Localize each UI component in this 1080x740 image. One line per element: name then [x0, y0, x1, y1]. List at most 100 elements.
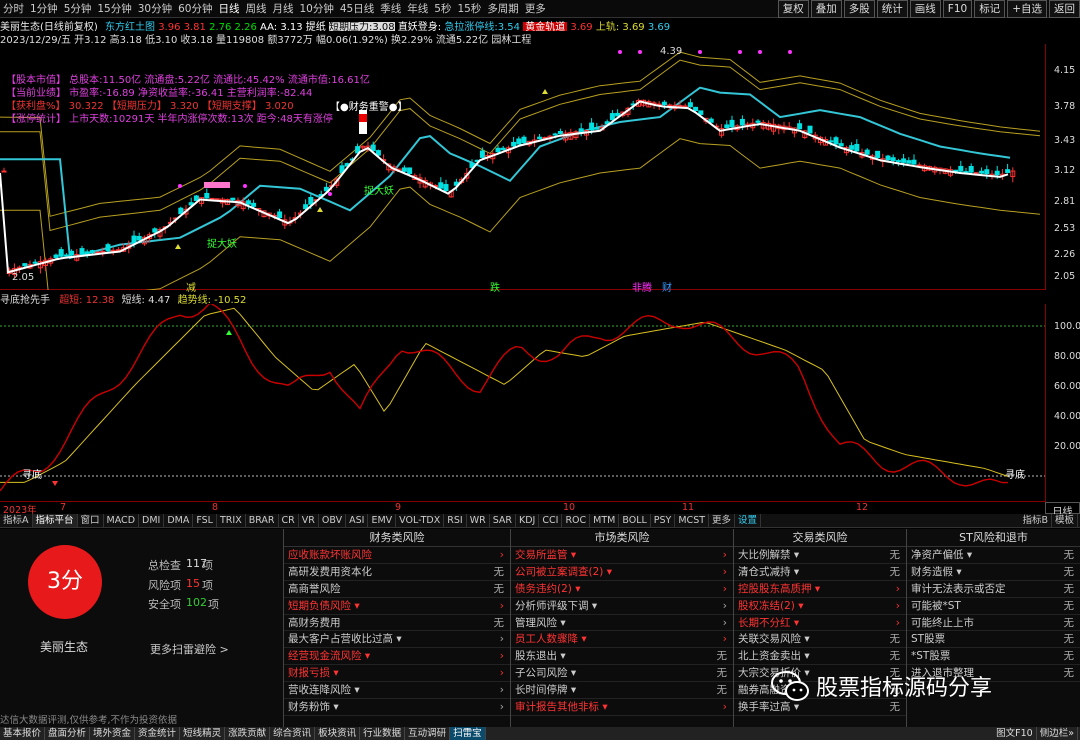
indicator-tab-8[interactable]: BRAR	[246, 514, 279, 527]
indicator-tab-12[interactable]: ASI	[346, 514, 369, 527]
risk-item[interactable]: 长时间停牌 ▾ 无	[511, 682, 733, 700]
risk-item[interactable]: 长期不分红 ▾ ›	[734, 615, 906, 632]
indicator-tab-11[interactable]: OBV	[319, 514, 347, 527]
indicator-tab-18[interactable]: KDJ	[516, 514, 540, 527]
bottom-tab-6[interactable]: 综合资讯	[270, 727, 316, 740]
bottom-tab-1[interactable]: 盘面分析	[45, 727, 91, 740]
risk-item[interactable]: 交易所监管 ▾ ›	[511, 547, 733, 564]
period-tab-12[interactable]: 年线	[404, 1, 431, 16]
chart-tool-button-5[interactable]: F10	[942, 0, 973, 18]
indicator-tab-13[interactable]: EMV	[368, 514, 397, 527]
chart-tool-button-0[interactable]: 复权	[777, 0, 809, 18]
bottom-right-1[interactable]: 侧边栏»	[1037, 727, 1078, 740]
risk-item[interactable]: ST股票 无	[907, 631, 1080, 649]
period-tab-2[interactable]: 5分钟	[61, 1, 95, 16]
risk-item[interactable]: 审计无法表示或否定 无	[907, 581, 1080, 598]
indicator-tab-20[interactable]: ROC	[562, 514, 591, 527]
risk-item[interactable]: 北上资金卖出 ▾ 无	[734, 648, 906, 666]
bottom-right-0[interactable]: 图文F10	[993, 727, 1037, 740]
indicator-tab-4[interactable]: DMI	[139, 514, 165, 527]
period-tab-13[interactable]: 5秒	[431, 1, 454, 16]
risk-item[interactable]: 控股股东高质押 ▾ ›	[734, 581, 906, 598]
period-tab-6[interactable]: 日线	[216, 1, 243, 16]
period-tab-4[interactable]: 30分钟	[135, 1, 175, 16]
period-tab-11[interactable]: 季线	[377, 1, 404, 16]
chart-tool-button-8[interactable]: 返回	[1049, 0, 1080, 18]
risk-item[interactable]: 债务违约(2) ▾ ›	[511, 581, 733, 598]
risk-item[interactable]: 短期负债风险 ▾ ›	[284, 598, 510, 615]
risk-item[interactable]: 净资产偏低 ▾ 无	[907, 547, 1080, 564]
indicator-tab-14[interactable]: VOL-TDX	[396, 514, 445, 527]
period-tab-0[interactable]: 分时	[0, 1, 27, 16]
risk-item[interactable]: 营收连降风险 ▾ ›	[284, 682, 510, 700]
risk-item[interactable]: 可能终止上市 无	[907, 615, 1080, 632]
indicator-tab-15[interactable]: RSI	[444, 514, 467, 527]
indicator-tab-16[interactable]: WR	[467, 514, 490, 527]
indicator-tab-24[interactable]: MCST	[675, 514, 710, 527]
price-chart[interactable]: 【股本市值】 总股本:11.50亿 流通盘:5.22亿 流通比:45.42% 流…	[0, 44, 1045, 310]
period-tab-1[interactable]: 1分钟	[27, 1, 61, 16]
period-tab-15[interactable]: 多周期	[484, 1, 522, 16]
indicator-tab-0[interactable]: 指标A	[0, 514, 33, 527]
indicator-tab-19[interactable]: CCI	[539, 514, 563, 527]
bottom-tab-8[interactable]: 行业数据	[360, 727, 406, 740]
indicator-tab-17[interactable]: SAR	[490, 514, 517, 527]
risk-item[interactable]: 高财务费用 无	[284, 615, 510, 632]
risk-item[interactable]: 关联交易风险 ▾ 无	[734, 631, 906, 649]
indicator-tab-21[interactable]: MTM	[590, 514, 620, 527]
main-indicator-name[interactable]: 东方红土图	[105, 22, 155, 31]
risk-item[interactable]: 可能被*ST 无	[907, 598, 1080, 615]
bottom-tab-7[interactable]: 板块资讯	[315, 727, 361, 740]
chart-tool-button-2[interactable]: 多股	[843, 0, 875, 18]
bottom-tab-0[interactable]: 基本报价	[0, 727, 46, 740]
risk-item[interactable]: 高商誉风险 无	[284, 581, 510, 598]
bottom-tab-9[interactable]: 互动调研	[405, 727, 451, 740]
period-tab-7[interactable]: 周线	[243, 1, 270, 16]
risk-item[interactable]: 管理风险 ▾ ›	[511, 615, 733, 632]
risk-item[interactable]: 清仓式减持 ▾ 无	[734, 564, 906, 581]
risk-item[interactable]: 子公司风险 ▾ 无	[511, 665, 733, 683]
more-scan-link[interactable]: 更多扫雷避险 >	[150, 641, 229, 657]
period-tab-3[interactable]: 15分钟	[94, 1, 134, 16]
risk-item[interactable]: 财务造假 ▾ 无	[907, 564, 1080, 581]
indicator-tab-2[interactable]: 窗口	[78, 514, 104, 527]
risk-item[interactable]: 高研发费用资本化 无	[284, 564, 510, 581]
indicator-tab-22[interactable]: BOLL	[619, 514, 651, 527]
risk-item[interactable]: 公司被立案调查(2) ▾ ›	[511, 564, 733, 581]
chart-tool-button-7[interactable]: +自选	[1007, 0, 1047, 18]
chart-tool-button-1[interactable]: 叠加	[810, 0, 842, 18]
indicator-tab-23[interactable]: PSY	[651, 514, 676, 527]
period-tab-9[interactable]: 10分钟	[297, 1, 337, 16]
period-tab-5[interactable]: 60分钟	[175, 1, 215, 16]
risk-item[interactable]: 大比例解禁 ▾ 无	[734, 547, 906, 564]
risk-item[interactable]: 股权冻结(2) ▾ ›	[734, 598, 906, 615]
bottom-tab-4[interactable]: 短线精灵	[180, 727, 226, 740]
indicator-tab-10[interactable]: VR	[299, 514, 319, 527]
period-tab-10[interactable]: 45日线	[337, 1, 377, 16]
indicator-tab-7[interactable]: TRIX	[217, 514, 246, 527]
indicator-tab-25[interactable]: 更多	[709, 514, 736, 527]
chart-tool-button-3[interactable]: 统计	[876, 0, 908, 18]
indicator-tab-5[interactable]: DMA	[164, 514, 194, 527]
indicator-tab-right-0[interactable]: 指标B	[1019, 514, 1052, 527]
indicator-tab-26[interactable]: 设置	[735, 514, 762, 527]
period-tab-14[interactable]: 15秒	[454, 1, 484, 16]
risk-item[interactable]: 员工人数骤降 ▾ ›	[511, 631, 733, 649]
risk-item[interactable]: 财报亏损 ▾ ›	[284, 665, 510, 683]
risk-item[interactable]: 应收账款坏账风险 ›	[284, 547, 510, 564]
bottom-tab-3[interactable]: 资金统计	[135, 727, 181, 740]
day-line-button[interactable]: 日线	[1045, 502, 1080, 518]
indicator-tab-6[interactable]: FSL	[193, 514, 217, 527]
indicator-tab-right-1[interactable]: 模板	[1052, 514, 1078, 527]
risk-item[interactable]: *ST股票 无	[907, 648, 1080, 666]
bottom-tab-2[interactable]: 境外资金	[90, 727, 136, 740]
bottom-tab-5[interactable]: 涨跌贡献	[225, 727, 271, 740]
chart-tool-button-6[interactable]: 标记	[974, 0, 1006, 18]
risk-item[interactable]: 股东退出 ▾ 无	[511, 648, 733, 666]
risk-item[interactable]: 分析师评级下调 ▾ ›	[511, 598, 733, 615]
period-tab-8[interactable]: 月线	[270, 1, 297, 16]
indicator-tab-1[interactable]: 指标平台	[32, 514, 78, 527]
indicator-tab-9[interactable]: CR	[279, 514, 299, 527]
indicator-tab-3[interactable]: MACD	[104, 514, 140, 527]
risk-item[interactable]: 经营现金流风险 ▾ ›	[284, 648, 510, 666]
